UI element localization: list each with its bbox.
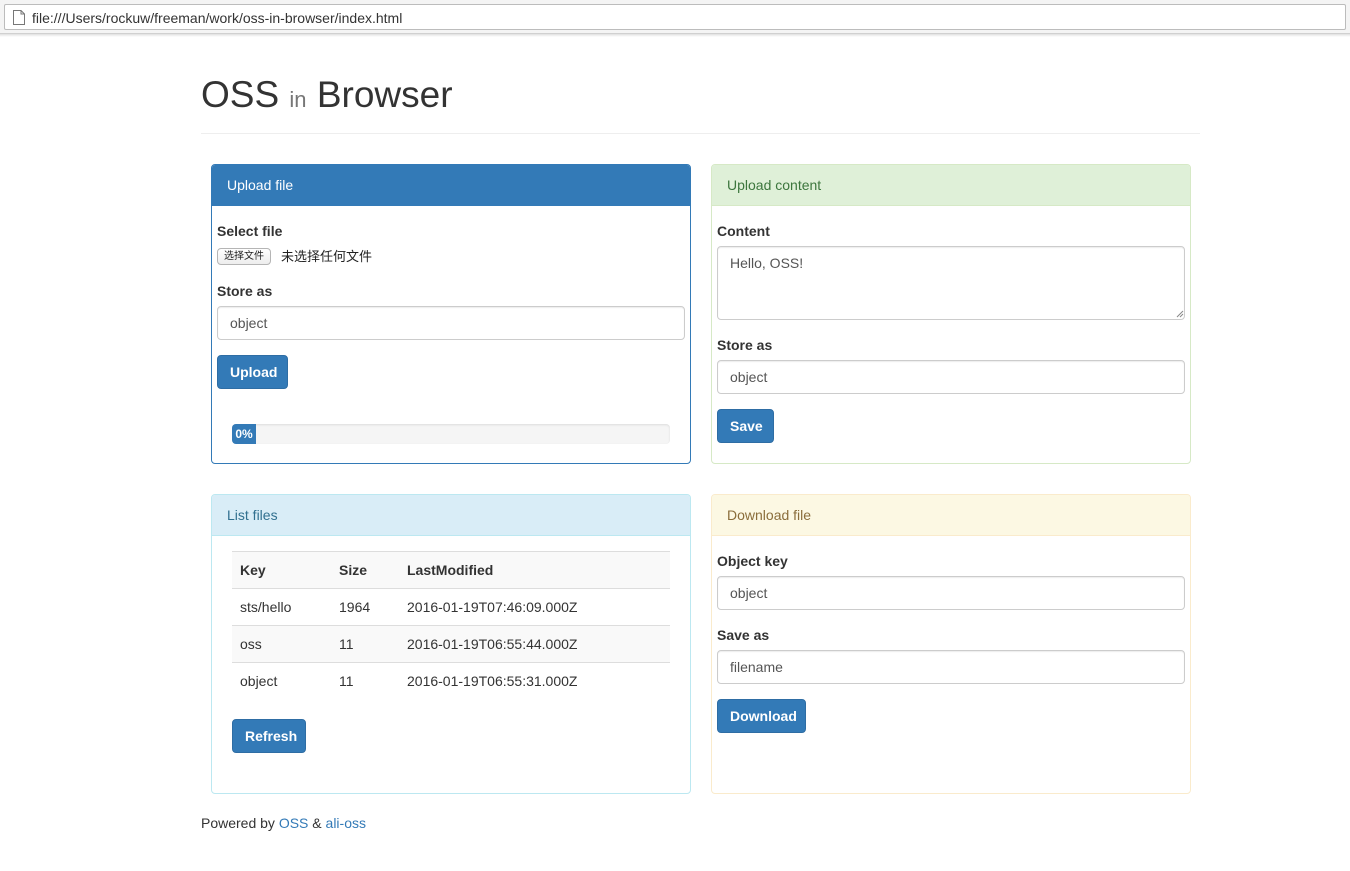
address-bar-shadow <box>0 34 1350 37</box>
no-file-chosen-text: 未选择任何文件 <box>281 250 373 265</box>
download-file-panel: Download file Object key Save as Downloa… <box>711 494 1191 794</box>
cell-size: 11 <box>331 662 399 700</box>
title-in: in <box>289 87 307 112</box>
footer-link-oss[interactable]: OSS <box>279 815 309 831</box>
download-file-heading: Download file <box>712 495 1190 536</box>
page-header: OSS in Browser <box>201 74 1200 134</box>
cell-key: object <box>232 662 331 700</box>
table-row: object 11 2016-01-19T06:55:31.000Z <box>232 662 670 700</box>
cell-size: 1964 <box>331 588 399 626</box>
save-button[interactable]: Save <box>717 409 774 443</box>
save-as-label: Save as <box>717 627 770 643</box>
column-header-size: Size <box>331 551 399 589</box>
select-file-label: Select file <box>217 223 283 239</box>
upload-progress: 0% <box>232 424 670 444</box>
url-field[interactable]: file:///Users/rockuw/freeman/work/oss-in… <box>4 4 1346 30</box>
cell-modified: 2016-01-19T06:55:44.000Z <box>399 625 670 663</box>
table-row: sts/hello 1964 2016-01-19T07:46:09.000Z <box>232 588 670 626</box>
column-header-lastmodified: LastModified <box>399 551 670 589</box>
document-icon <box>13 10 25 25</box>
url-text: file:///Users/rockuw/freeman/work/oss-in… <box>32 10 403 26</box>
browser-address-bar: file:///Users/rockuw/freeman/work/oss-in… <box>0 0 1350 34</box>
upload-progress-bar: 0% <box>232 424 256 444</box>
store-as-label: Store as <box>217 283 273 299</box>
upload-file-panel: Upload file Select file 选择文件 未选择任何文件 Sto… <box>211 164 691 464</box>
upload-button[interactable]: Upload <box>217 355 288 389</box>
title-browser: Browser <box>316 74 453 115</box>
content-label: Content <box>717 223 770 239</box>
footer-prefix: Powered by <box>201 815 275 831</box>
title-oss: OSS <box>201 74 280 115</box>
list-files-heading: List files <box>212 495 690 536</box>
object-key-label: Object key <box>717 553 788 569</box>
upload-content-panel: Upload content Content Hello, OSS! Store… <box>711 164 1191 464</box>
cell-modified: 2016-01-19T07:46:09.000Z <box>399 588 670 626</box>
footer-separator: & <box>312 815 322 831</box>
content-textarea[interactable]: Hello, OSS! <box>717 246 1185 320</box>
upload-content-heading: Upload content <box>712 165 1190 206</box>
table-header-row: Key Size LastModified <box>232 551 670 589</box>
object-key-input[interactable] <box>717 576 1185 610</box>
cell-modified: 2016-01-19T06:55:31.000Z <box>399 662 670 700</box>
choose-file-button[interactable]: 选择文件 <box>217 248 271 265</box>
upload-file-heading: Upload file <box>212 165 690 206</box>
content-store-as-label: Store as <box>717 337 773 353</box>
cell-key: sts/hello <box>232 588 331 626</box>
table-row: oss 11 2016-01-19T06:55:44.000Z <box>232 625 670 663</box>
footer: Powered by OSS & ali-oss <box>201 815 366 831</box>
list-files-panel: List files Key Size LastModified sts/hel… <box>211 494 691 794</box>
content-store-as-input[interactable] <box>717 360 1185 394</box>
column-header-key: Key <box>232 551 331 589</box>
download-button[interactable]: Download <box>717 699 806 733</box>
page-title: OSS in Browser <box>201 74 453 121</box>
cell-key: oss <box>232 625 331 663</box>
files-table: Key Size LastModified sts/hello 1964 201… <box>232 551 670 700</box>
footer-link-ali-oss[interactable]: ali-oss <box>326 815 366 831</box>
save-as-input[interactable] <box>717 650 1185 684</box>
upload-store-as-input[interactable] <box>217 306 685 340</box>
resize-grip-icon[interactable] <box>1176 310 1184 318</box>
cell-size: 11 <box>331 625 399 663</box>
refresh-button[interactable]: Refresh <box>232 719 306 753</box>
